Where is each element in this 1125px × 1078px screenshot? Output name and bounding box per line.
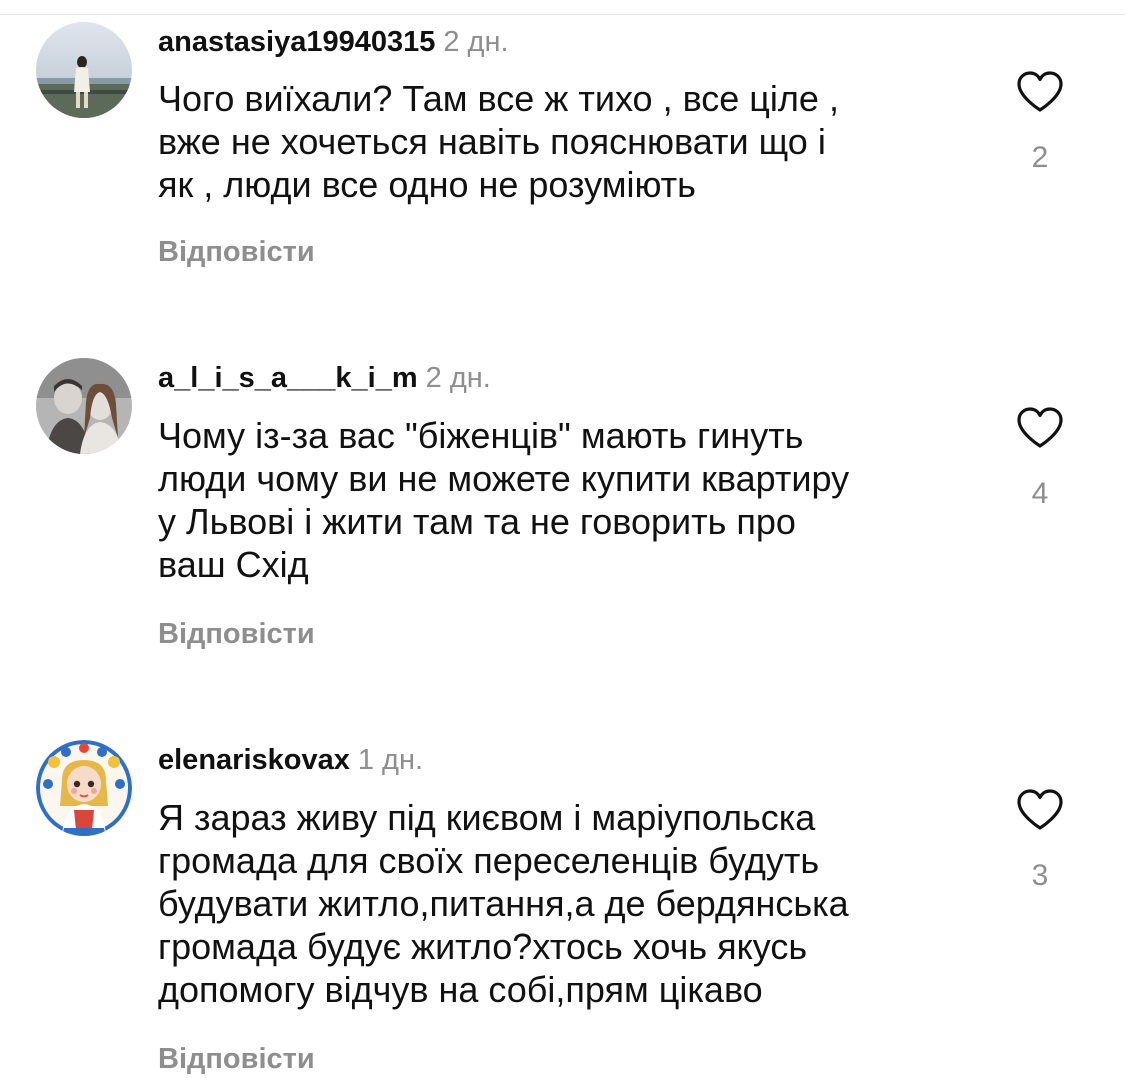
comment-text: Чого виїхали? Там все ж тихо , все ціле … <box>158 77 978 206</box>
like-count: 2 <box>1031 141 1049 174</box>
user-photo-avatar-icon <box>36 358 132 454</box>
username[interactable]: a_l_i_s_a___k_i_m <box>158 362 418 394</box>
comment-meta: elenariskovax 1 дн. <box>158 742 423 783</box>
reply-button[interactable]: Відповісти <box>158 1041 315 1077</box>
comment-text-content: Я зараз живу під києвом і маріупольска г… <box>158 797 849 1010</box>
avatar[interactable] <box>36 740 132 836</box>
username[interactable]: elenariskovax <box>158 744 350 776</box>
username[interactable]: anastasiya19940315 <box>158 26 435 58</box>
timestamp: 1 дн. <box>357 744 424 776</box>
comment-text-content: Чому із-за вас "біженців" мають гинуть л… <box>158 415 850 585</box>
comment-text-content: Чого виїхали? Там все ж тихо , все ціле … <box>158 78 839 205</box>
avatar[interactable] <box>36 22 132 118</box>
illustrated-girl-avatar-icon <box>36 740 132 836</box>
comment-text: Чому із-за вас "біженців" мають гинуть л… <box>158 414 978 586</box>
heart-icon[interactable] <box>1016 406 1064 450</box>
comment-text: Я зараз живу під києвом і маріупольска г… <box>158 796 978 1011</box>
like-control: 4 <box>1010 406 1070 512</box>
heart-icon[interactable] <box>1016 70 1064 114</box>
like-count: 4 <box>1031 477 1049 510</box>
reply-button[interactable]: Відповісти <box>158 616 315 652</box>
user-photo-avatar-icon <box>36 22 132 118</box>
timestamp: 2 дн. <box>443 26 509 58</box>
reply-button[interactable]: Відповісти <box>158 234 315 270</box>
top-divider <box>0 14 1125 15</box>
heart-icon[interactable] <box>1016 788 1064 832</box>
like-control: 3 <box>1010 788 1070 894</box>
timestamp: 2 дн. <box>425 362 491 394</box>
comment-meta: anastasiya19940315 2 дн. <box>158 24 509 65</box>
like-count: 3 <box>1031 859 1049 892</box>
like-control: 2 <box>1010 70 1070 176</box>
avatar[interactable] <box>36 358 132 454</box>
comment-meta: a_l_i_s_a___k_i_m 2 дн. <box>158 360 491 401</box>
